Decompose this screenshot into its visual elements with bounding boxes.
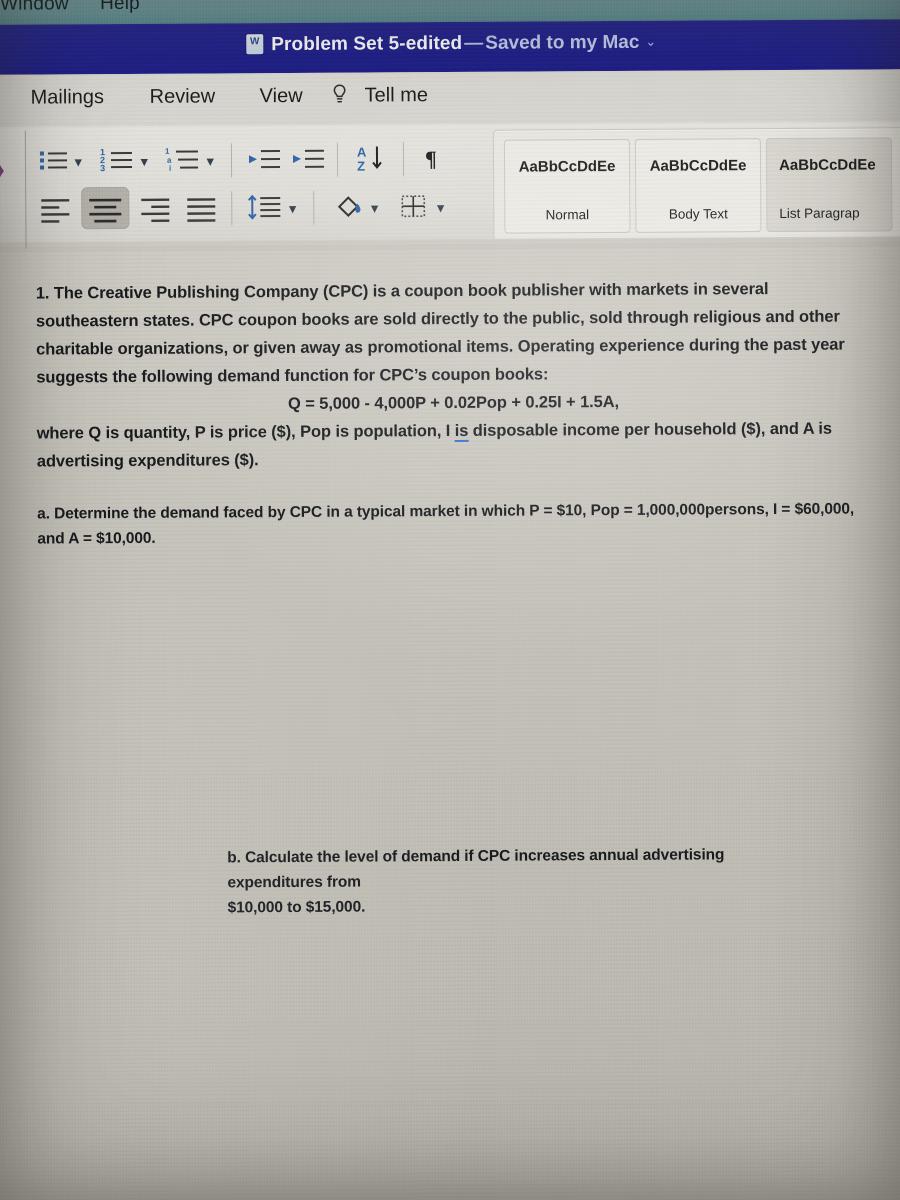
- tab-review[interactable]: Review: [150, 85, 216, 108]
- word-document-icon: [246, 34, 264, 55]
- problem-statement-paragraph: 1. The Creative Publishing Company (CPC)…: [35, 280, 845, 387]
- definitions-text-before: where Q is quantity, P is price ($), Pop…: [36, 421, 455, 443]
- variable-definitions-paragraph: where Q is quantity, P is price ($), Pop…: [37, 414, 871, 475]
- style-body-text[interactable]: AaBbCcDdEe Body Text: [634, 138, 762, 233]
- justify-button[interactable]: [181, 187, 223, 227]
- align-center-button[interactable]: [83, 188, 127, 228]
- style-name-label: List Paragrap: [779, 205, 860, 221]
- numbered-list-icon: 123: [100, 147, 133, 173]
- multilevel-list-dropdown[interactable]: ▾: [207, 153, 214, 169]
- align-right-button[interactable]: [135, 188, 177, 228]
- paint-bucket-icon: [337, 196, 361, 218]
- borders-dropdown[interactable]: ▾: [437, 200, 444, 216]
- part-b-block: b. Calculate the level of demand if CPC …: [227, 842, 747, 920]
- tab-mailings[interactable]: Mailings: [31, 86, 104, 109]
- paragraph-row-lists: ▾ 123 ▾ 1ai ▾ A Z ¶: [35, 138, 485, 187]
- sort-button[interactable]: A Z: [351, 138, 393, 178]
- collapse-chevron-icon[interactable]: ❯: [0, 157, 7, 183]
- tab-tell-me[interactable]: Tell me: [365, 84, 428, 107]
- increase-indent-button[interactable]: [289, 139, 327, 179]
- toolbar-separator: [336, 142, 339, 177]
- paragraph-group: ▾ 123 ▾ 1ai ▾ A Z ¶ ▾ ▾ ▾: [35, 132, 486, 243]
- toolbar-separator: [230, 143, 233, 178]
- part-b-line-1: b. Calculate the level of demand if CPC …: [227, 846, 725, 892]
- style-name-label: Body Text: [668, 206, 728, 222]
- styles-gallery: AaBbCcDdEe Normal AaBbCcDdEe Body Text A…: [492, 127, 900, 244]
- style-sample-text: AaBbCcDdEe: [649, 157, 747, 175]
- shading-button[interactable]: [331, 187, 369, 227]
- window-title-bar: Problem Set 5-edited—Saved to my Mac⌄: [0, 19, 900, 75]
- document-title: Problem Set 5-edited: [271, 32, 463, 56]
- save-status-label: Saved to my Mac: [485, 31, 640, 54]
- help-menu[interactable]: Help: [100, 0, 140, 15]
- menu-bar-status-glyphs: ⌃⌃: [846, 0, 900, 12]
- bullet-list-dropdown[interactable]: ▾: [75, 154, 82, 170]
- svg-text:3: 3: [100, 163, 105, 173]
- part-b-line-2: $10,000 to $15,000.: [227, 898, 366, 917]
- style-sample-text: AaBbCcDdEe: [518, 157, 616, 176]
- show-formatting-marks-button[interactable]: ¶: [419, 138, 453, 178]
- shading-dropdown[interactable]: ▾: [371, 200, 378, 216]
- ribbon-tab-row: Mailings Review View Tell me: [0, 69, 900, 127]
- paragraph-row-alignment: ▾ ▾ ▾: [35, 186, 485, 235]
- borders-icon: [401, 195, 426, 218]
- align-center-icon: [89, 198, 122, 223]
- align-left-button[interactable]: [35, 188, 77, 228]
- window-menu[interactable]: Window: [0, 0, 69, 16]
- spellcheck-underlined-word: is: [454, 421, 469, 442]
- increase-indent-icon: [292, 149, 325, 168]
- svg-text:¶: ¶: [425, 146, 437, 171]
- justify-icon: [187, 198, 216, 222]
- svg-text:1: 1: [165, 147, 170, 156]
- document-canvas[interactable]: 1. The Creative Publishing Company (CPC)…: [0, 246, 900, 1200]
- document-body: 1. The Creative Publishing Company (CPC)…: [36, 274, 872, 551]
- borders-button[interactable]: [395, 186, 435, 226]
- toolbar-separator: [231, 191, 233, 226]
- sort-az-icon: A Z: [357, 145, 382, 174]
- decrease-indent-button[interactable]: [245, 139, 283, 179]
- svg-text:A: A: [357, 145, 367, 160]
- multilevel-list-icon: 1ai: [165, 147, 199, 173]
- toolbar-separator: [402, 142, 405, 177]
- align-right-icon: [141, 198, 170, 223]
- line-spacing-icon: [247, 194, 281, 220]
- toolbar-separator: [313, 190, 315, 225]
- style-sample-text: AaBbCcDdEe: [778, 156, 876, 174]
- align-left-icon: [41, 199, 70, 223]
- pilcrow-icon: ¶: [425, 146, 437, 171]
- decrease-indent-icon: [248, 150, 281, 169]
- part-a-paragraph: a. Determine the demand faced by CPC in …: [37, 500, 855, 548]
- ribbon-paragraph-section: ▾ 123 ▾ 1ai ▾ A Z ¶ ▾ ▾ ▾ AaBbCcDdEe Nor…: [0, 121, 900, 252]
- line-spacing-button[interactable]: [245, 187, 287, 227]
- tab-view[interactable]: View: [260, 85, 303, 108]
- svg-text:Z: Z: [357, 159, 365, 174]
- numbered-list-button[interactable]: 123: [97, 140, 139, 180]
- chevron-down-icon[interactable]: ⌄: [639, 34, 656, 49]
- numbered-list-dropdown[interactable]: ▾: [141, 154, 148, 170]
- svg-text:i: i: [169, 164, 171, 173]
- style-list-paragraph[interactable]: AaBbCcDdEe List Paragrap: [765, 137, 893, 233]
- screen-photo: Window Help ⌃⌃ Problem Set 5-edited—Save…: [0, 0, 900, 1200]
- multilevel-list-button[interactable]: 1ai: [163, 140, 205, 180]
- style-name-label: Normal: [545, 207, 590, 223]
- line-spacing-dropdown[interactable]: ▾: [289, 201, 296, 217]
- title-separator: —: [464, 32, 484, 54]
- bullet-list-button[interactable]: [35, 140, 73, 180]
- style-normal[interactable]: AaBbCcDdEe Normal: [503, 138, 631, 234]
- bulleted-list-icon: [39, 151, 68, 170]
- lightbulb-icon: [333, 84, 346, 103]
